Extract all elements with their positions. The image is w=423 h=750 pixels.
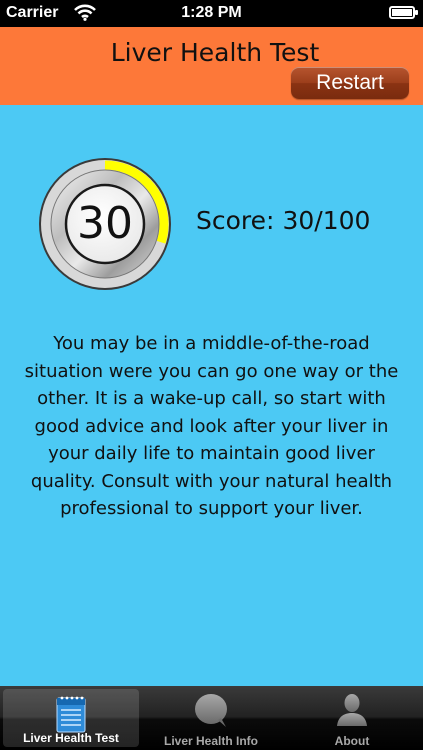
score-label: Score:: [196, 206, 275, 235]
tab-bar: Liver Health Test Liver Health Info Abou…: [0, 686, 423, 750]
status-bar: Carrier 1:28 PM: [0, 0, 423, 27]
tab-liver-health-test[interactable]: Liver Health Test: [3, 689, 139, 747]
gauge-value: 30: [77, 198, 133, 249]
clock: 1:28 PM: [181, 4, 242, 21]
tab-label: Liver Health Info: [163, 734, 258, 748]
tab-label: About: [334, 734, 370, 748]
result-description: You may be in a middle-of-the-road situa…: [24, 333, 399, 519]
score-value: 30/100: [282, 206, 371, 235]
score-text: Score: 30/100: [196, 206, 378, 235]
header-bar: Liver Health Test Restart: [0, 27, 423, 105]
restart-button[interactable]: Restart: [291, 67, 409, 99]
score-gauge: 30: [38, 157, 172, 291]
person-icon: [335, 692, 369, 732]
tab-liver-health-info[interactable]: Liver Health Info: [143, 686, 279, 750]
tab-about[interactable]: About: [284, 686, 420, 750]
battery-icon: [389, 6, 418, 19]
tab-label: Liver Health Test: [23, 731, 119, 745]
speech-bubble-icon: [192, 692, 230, 734]
